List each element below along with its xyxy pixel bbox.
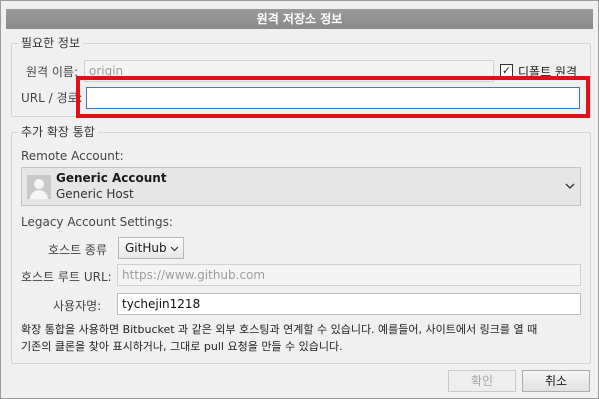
host-type-select[interactable]: GitHub xyxy=(118,237,184,259)
ok-button[interactable]: 확인 xyxy=(448,370,516,392)
username-label: 사용자명: xyxy=(53,299,102,313)
url-highlight-box xyxy=(76,76,590,118)
integration-legend: 추가 확장 통합 xyxy=(18,124,98,140)
account-name: Generic Account xyxy=(56,171,167,185)
host-type-label: 호스트 종류 xyxy=(48,243,108,257)
url-label: URL / 경로: xyxy=(21,91,83,105)
required-info-legend: 필요한 정보 xyxy=(18,35,84,51)
remote-account-label: Remote Account: xyxy=(21,149,124,163)
integration-info-line2: 기존의 클론을 찾아 표시하거나, 그대로 pull 요청을 만들 수 있습니다… xyxy=(21,340,343,353)
remote-account-dropdown[interactable]: Generic Account Generic Host xyxy=(21,167,581,206)
host-root-url-label: 호스트 루트 URL: xyxy=(21,270,112,284)
user-avatar-icon xyxy=(27,175,51,199)
host-root-url-field[interactable]: https://www.github.com xyxy=(117,264,581,286)
legacy-settings-label: Legacy Account Settings: xyxy=(21,215,173,229)
username-input[interactable]: tychejin1218 xyxy=(117,293,581,315)
dialog-title: 원격 저장소 정보 xyxy=(6,9,593,29)
remote-name-label: 원격 이름: xyxy=(26,65,79,79)
integration-info-line1: 확장 통합을 사용하면 Bitbucket 과 같은 외부 호스팅과 연계할 수… xyxy=(21,323,538,336)
chevron-down-icon xyxy=(170,246,179,252)
cancel-button[interactable]: 취소 xyxy=(522,370,590,392)
chevron-down-icon[interactable] xyxy=(565,183,575,190)
host-type-value: GitHub xyxy=(125,241,167,255)
remote-repo-dialog: 원격 저장소 정보 필요한 정보 원격 이름: origin ✓ 디폴트 원격 … xyxy=(0,0,599,399)
account-host: Generic Host xyxy=(56,187,134,201)
